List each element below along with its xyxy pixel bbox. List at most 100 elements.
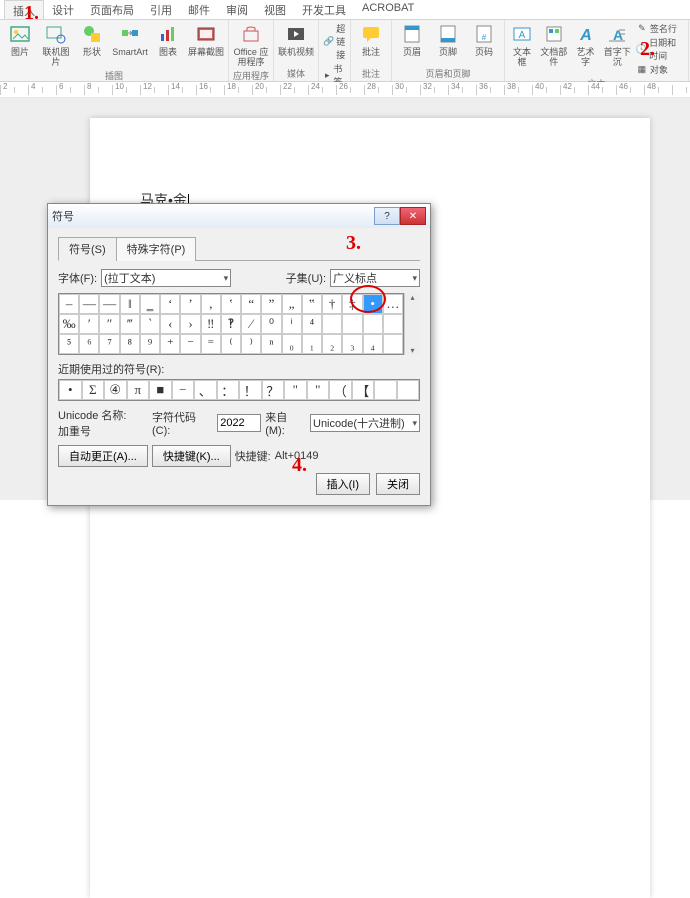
btn-footer[interactable]: 页脚 [432,22,464,58]
symbol-cell[interactable]: “ [241,294,261,314]
symbol-cell[interactable]: ⁷ [99,334,119,354]
recent-symbol-cell[interactable] [374,380,397,400]
btn-screenshot[interactable]: 屏幕截图 [188,22,224,58]
symbol-cell[interactable]: ⁻ [180,334,200,354]
tab-acrobat[interactable]: ACROBAT [354,0,422,19]
symbol-cell[interactable]: … [383,294,403,314]
symbol-cell[interactable]: ′ [79,314,99,334]
font-combo[interactable]: (拉丁文本) [101,269,231,287]
symbol-cell[interactable]: ‼ [201,314,221,334]
recent-symbol-cell[interactable]: ？ [262,380,285,400]
btn-datetime[interactable]: 🕓日期和时间 [636,36,684,62]
btn-object[interactable]: ▦对象 [636,63,684,76]
btn-shapes[interactable]: 形状 [76,22,108,58]
symbol-cell[interactable]: ″ [99,314,119,334]
recent-symbol-cell[interactable]: " [284,380,307,400]
symbol-cell[interactable] [342,314,362,334]
grid-scrollbar[interactable]: ▴▾ [404,293,420,355]
symbol-cell[interactable]: ₄ [363,334,383,354]
symbol-cell[interactable]: ‵ [140,314,160,334]
symbol-cell[interactable]: › [180,314,200,334]
symbol-cell[interactable]: ― [99,294,119,314]
symbol-cell[interactable]: ‛ [221,294,241,314]
recent-symbol-cell[interactable]: Σ [82,380,105,400]
symbol-cell[interactable]: ⁹ [140,334,160,354]
btn-online-video[interactable]: 联机视频 [278,22,314,58]
subset-combo[interactable]: 广义标点 [330,269,420,287]
recent-symbol-cell[interactable]: − [172,380,195,400]
symbol-cell[interactable]: ₁ [302,334,322,354]
tab-view[interactable]: 视图 [256,0,294,19]
dialog-tab-symbols[interactable]: 符号(S) [58,237,117,261]
symbol-cell[interactable]: ⁴ [302,314,322,334]
recent-symbol-cell[interactable]: ： [217,380,240,400]
recent-symbol-cell[interactable]: ！ [239,380,262,400]
shortcutkey-button[interactable]: 快捷键(K)... [152,445,231,467]
dialog-tab-special[interactable]: 特殊字符(P) [116,237,197,261]
tab-references[interactable]: 引用 [142,0,180,19]
tab-developer[interactable]: 开发工具 [294,0,354,19]
symbol-cell[interactable]: ₃ [342,334,362,354]
symbol-cell[interactable]: ‰ [59,314,79,334]
horizontal-ruler[interactable]: 2468101214161820222426283032343638404244… [0,82,690,98]
symbol-cell[interactable]: – [59,294,79,314]
tab-mailings[interactable]: 邮件 [180,0,218,19]
symbol-cell[interactable]: ⁸ [120,334,140,354]
symbol-cell[interactable]: ‹ [160,314,180,334]
dialog-titlebar[interactable]: 符号 ? ✕ [48,204,430,228]
symbol-cell[interactable]: — [79,294,99,314]
symbol-cell[interactable]: ‚ [201,294,221,314]
btn-hyperlink[interactable]: 🔗超链接 [323,22,346,61]
symbol-cell[interactable]: ⁰ [261,314,281,334]
symbol-cell[interactable]: ⁽ [221,334,241,354]
recent-symbol-cell[interactable]: （ [329,380,352,400]
btn-signature[interactable]: ✎签名行 [636,22,684,35]
symbol-cell[interactable]: ⁄ [241,314,261,334]
dialog-close-button[interactable]: ✕ [400,207,426,225]
symbol-cell[interactable]: ‡ [342,294,362,314]
btn-header[interactable]: 页眉 [396,22,428,58]
symbol-cell[interactable]: ⁾ [241,334,261,354]
btn-smartart[interactable]: SmartArt [112,22,148,58]
charcode-input[interactable] [217,414,261,432]
symbol-cell[interactable]: ‘ [160,294,180,314]
btn-comment[interactable]: 批注 [355,22,387,58]
btn-picture[interactable]: 图片 [4,22,36,58]
symbol-cell[interactable]: ’ [180,294,200,314]
insert-button[interactable]: 插入(I) [316,473,370,495]
symbol-cell[interactable]: • [363,294,383,314]
symbol-cell[interactable]: ‖ [120,294,140,314]
symbol-cell[interactable]: ⁵ [59,334,79,354]
symbol-cell[interactable]: ‴ [120,314,140,334]
symbol-cell[interactable]: † [322,294,342,314]
symbol-cell[interactable]: „ [282,294,302,314]
btn-chart[interactable]: 图表 [152,22,184,58]
symbol-cell[interactable]: ” [261,294,281,314]
from-combo[interactable]: Unicode(十六进制) [310,414,420,432]
btn-pagenum[interactable]: #页码 [468,22,500,58]
recent-symbol-cell[interactable]: 、 [194,380,217,400]
symbol-cell[interactable] [383,314,403,334]
symbol-cell[interactable]: ‽ [221,314,241,334]
btn-dropcap[interactable]: A首字下沉 [603,22,632,68]
dialog-help-button[interactable]: ? [374,207,400,225]
symbol-cell[interactable]: ⁶ [79,334,99,354]
recent-symbol-cell[interactable]: 【 [352,380,375,400]
symbol-cell[interactable]: ⁱ [282,314,302,334]
symbol-cell[interactable]: ⁺ [160,334,180,354]
btn-quickparts[interactable]: 文档部件 [539,22,568,68]
recent-symbol-cell[interactable]: • [59,380,82,400]
recent-symbol-cell[interactable] [397,380,420,400]
symbol-cell[interactable]: ⁿ [261,334,281,354]
tab-insert[interactable]: 插入 [4,0,44,19]
symbol-cell[interactable] [383,334,403,354]
symbol-cell[interactable]: ₀ [282,334,302,354]
symbol-cell[interactable]: ‟ [302,294,322,314]
tab-design[interactable]: 设计 [44,0,82,19]
close-button[interactable]: 关闭 [376,473,420,495]
symbol-cell[interactable] [322,314,342,334]
recent-symbol-cell[interactable]: ■ [149,380,172,400]
btn-textbox[interactable]: A文本框 [509,22,535,68]
symbol-cell[interactable]: ⁼ [201,334,221,354]
recent-symbol-cell[interactable]: ④ [104,380,127,400]
